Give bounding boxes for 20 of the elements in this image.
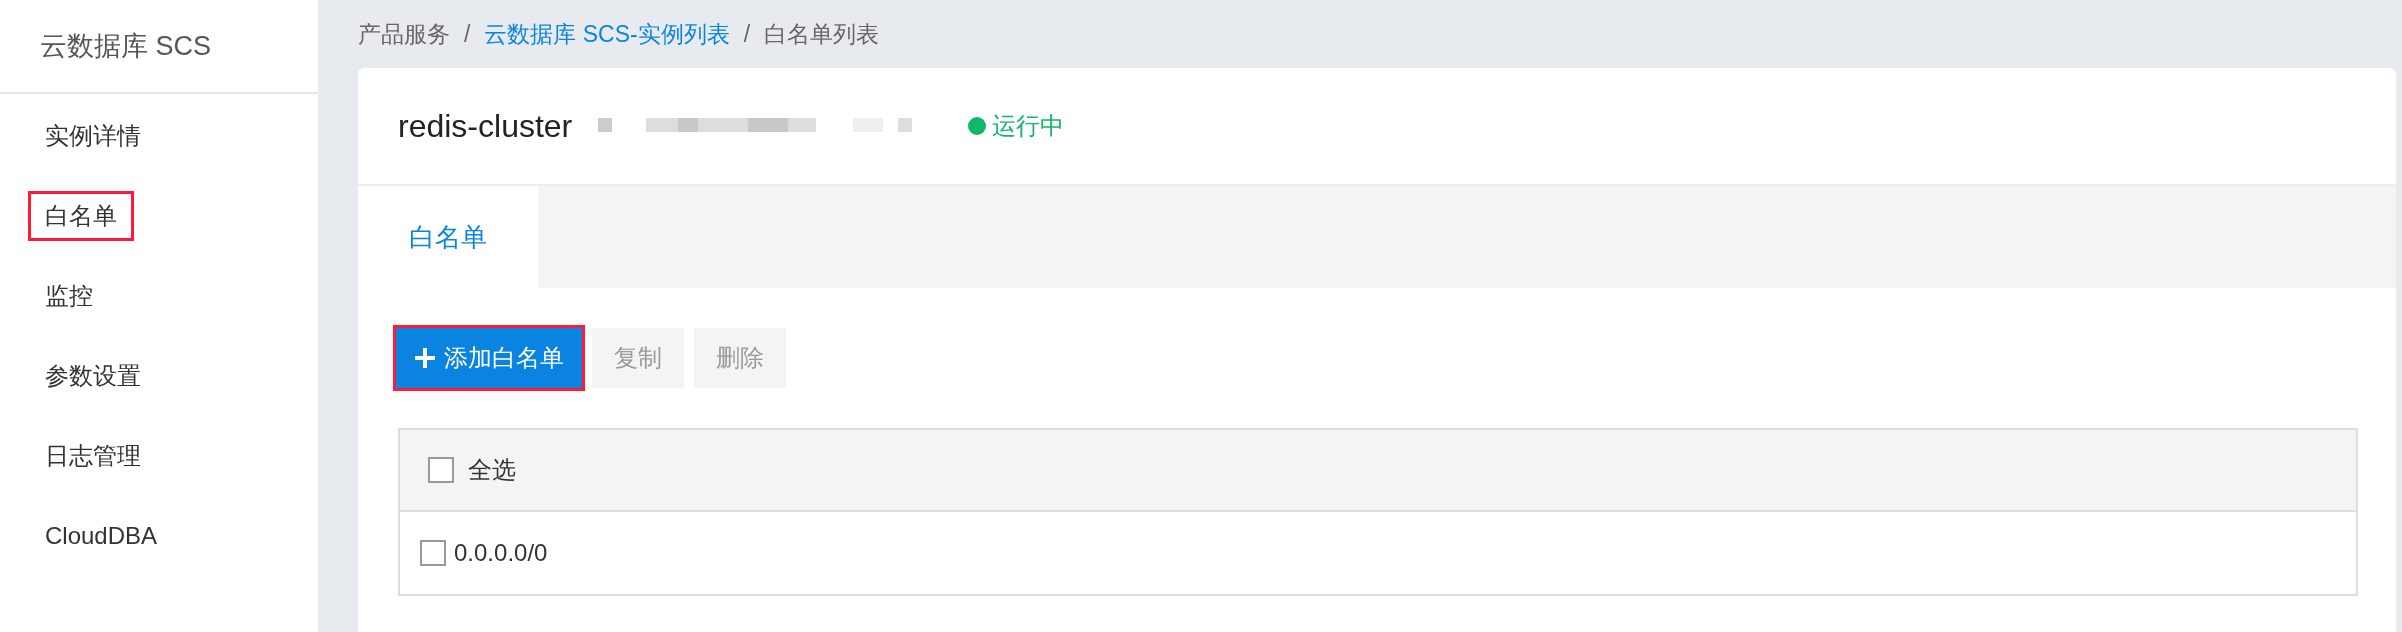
tab[interactable]: 白名单	[358, 186, 538, 288]
breadcrumb-separator: /	[464, 19, 471, 49]
breadcrumb-item: 白名单列表	[764, 19, 880, 49]
breadcrumb-item: 产品服务	[358, 19, 450, 49]
breadcrumb-separator: /	[743, 19, 751, 49]
sidebar-item[interactable]: 日志管理	[28, 431, 158, 481]
instance-name: redis-cluster	[398, 107, 573, 146]
checkbox[interactable]	[420, 540, 446, 566]
select-all-label: 全选	[468, 455, 516, 485]
sidebar-item[interactable]: CloudDBA	[28, 511, 175, 561]
sidebar-item[interactable]: 监控	[28, 271, 110, 321]
add-button[interactable]: 添加白名单	[396, 328, 582, 388]
checkbox[interactable]	[428, 457, 454, 483]
table-cell-text: 0.0.0.0/0	[454, 538, 548, 568]
plus-icon	[414, 347, 436, 369]
sidebar-item[interactable]: 白名单	[28, 191, 134, 241]
sidebar-item[interactable]: 实例详情	[28, 111, 158, 161]
sidebar-title: 云数据库 SCS	[40, 29, 212, 63]
sidebar-item[interactable]: 参数设置	[28, 351, 158, 401]
status-text: 运行中	[992, 111, 1065, 141]
